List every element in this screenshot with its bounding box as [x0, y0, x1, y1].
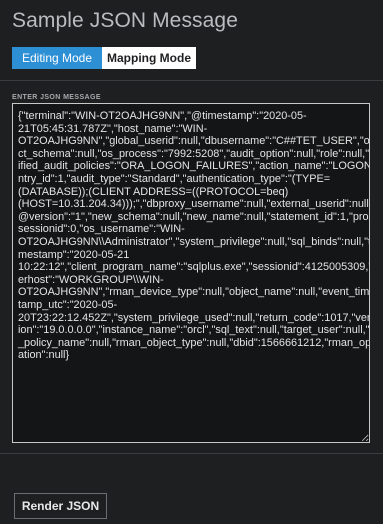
footer-divider: [0, 453, 383, 454]
tab-editing-mode[interactable]: Editing Mode: [12, 47, 102, 69]
header-divider: [0, 80, 383, 81]
page-title: Sample JSON Message: [12, 9, 238, 32]
json-message-input[interactable]: {"terminal":"WIN-OT2OAJHG9NN","@timestam…: [12, 103, 370, 443]
mode-tabs: Editing Mode Mapping Mode: [12, 47, 196, 69]
json-input-label: ENTER JSON MESSAGE: [12, 94, 101, 101]
tab-mapping-mode[interactable]: Mapping Mode: [102, 47, 196, 69]
render-json-button[interactable]: Render JSON: [14, 493, 107, 519]
